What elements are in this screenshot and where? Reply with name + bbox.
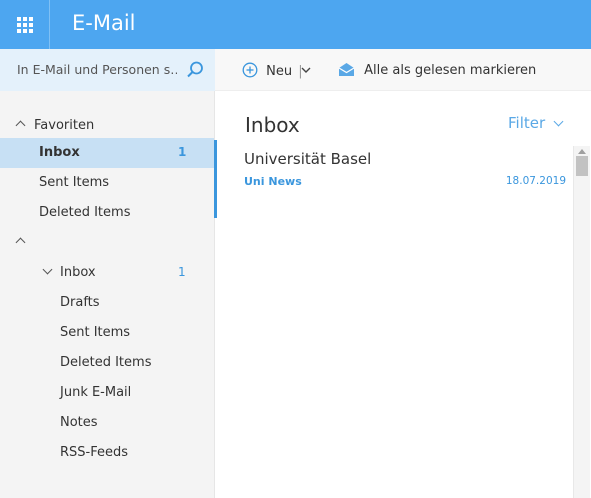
new-button-label: Neu: [266, 64, 293, 79]
pane-splitter[interactable]: [214, 140, 217, 218]
command-bar: Neu | Alle als gelesen markieren: [215, 49, 591, 91]
plus-circle-icon: [242, 62, 258, 78]
chevron-down-icon[interactable]: [553, 116, 564, 127]
chevron-up-icon: [15, 237, 26, 248]
folder-item-label: Inbox: [60, 265, 96, 280]
search-box[interactable]: In E-Mail und Personen s…: [0, 49, 215, 91]
message-list-scrollbar[interactable]: [573, 146, 590, 498]
new-button[interactable]: Neu |: [242, 62, 303, 79]
folder-item-label: Junk E-Mail: [60, 385, 132, 400]
favorite-item-inbox[interactable]: Inbox 1: [0, 138, 214, 168]
folder-item-drafts[interactable]: Drafts: [0, 288, 214, 318]
folder-item-label: Notes: [60, 415, 98, 430]
folder-item-sent-items[interactable]: Sent Items: [0, 318, 214, 348]
app-title: E-Mail: [72, 11, 136, 35]
app-launcher-icon: [16, 16, 33, 33]
message-date: 18.07.2019: [505, 175, 566, 187]
favorites-header-label: Favoriten: [34, 118, 95, 133]
folder-item-rss-feeds[interactable]: RSS-Feeds: [0, 438, 214, 468]
scroll-thumb[interactable]: [576, 156, 588, 176]
message-list-title: Inbox: [245, 113, 300, 137]
new-dropdown-chevron-icon[interactable]: [301, 67, 311, 74]
chevron-up-icon: [15, 120, 26, 131]
favorite-item-label: Sent Items: [39, 175, 110, 190]
envelope-open-icon: [338, 63, 355, 76]
filter-label: Filter: [508, 114, 546, 132]
folder-item-deleted-items[interactable]: Deleted Items: [0, 348, 214, 378]
message-sender: Universität Basel: [244, 150, 372, 168]
unread-count: 1: [178, 265, 186, 279]
scroll-up-arrow-icon[interactable]: [578, 149, 586, 154]
folder-item-inbox[interactable]: Inbox 1: [0, 258, 214, 288]
chevron-down-icon[interactable]: [42, 264, 53, 275]
app-launcher-button[interactable]: [0, 0, 50, 49]
mark-all-read-label: Alle als gelesen markieren: [364, 63, 537, 78]
folder-item-label: Deleted Items: [60, 355, 152, 370]
message-item[interactable]: Universität Basel Uni News 18.07.2019: [218, 146, 573, 194]
favorite-item-sent-items[interactable]: Sent Items: [0, 168, 214, 198]
mark-all-read-button[interactable]: Alle als gelesen markieren: [338, 62, 536, 78]
top-bar: E-Mail: [0, 0, 591, 49]
folder-item-label: Sent Items: [60, 325, 131, 340]
favorite-item-label: Inbox: [39, 145, 80, 160]
folder-item-label: Drafts: [60, 295, 100, 310]
filter-button[interactable]: Filter: [508, 114, 545, 132]
favorite-item-label: Deleted Items: [39, 205, 131, 220]
folder-item-notes[interactable]: Notes: [0, 408, 214, 438]
search-icon[interactable]: [185, 60, 205, 80]
favorites-header[interactable]: Favoriten: [0, 111, 214, 141]
message-subject: Uni News: [244, 175, 302, 188]
favorite-item-deleted-items[interactable]: Deleted Items: [0, 198, 214, 228]
account-header[interactable]: [0, 228, 214, 258]
folder-item-label: RSS-Feeds: [60, 445, 129, 460]
folder-item-junk-email[interactable]: Junk E-Mail: [0, 378, 214, 408]
unread-count: 1: [178, 145, 187, 159]
search-input[interactable]: In E-Mail und Personen s…: [17, 62, 177, 77]
folder-pane: In E-Mail und Personen s… Favoriten Inbo…: [0, 49, 215, 498]
